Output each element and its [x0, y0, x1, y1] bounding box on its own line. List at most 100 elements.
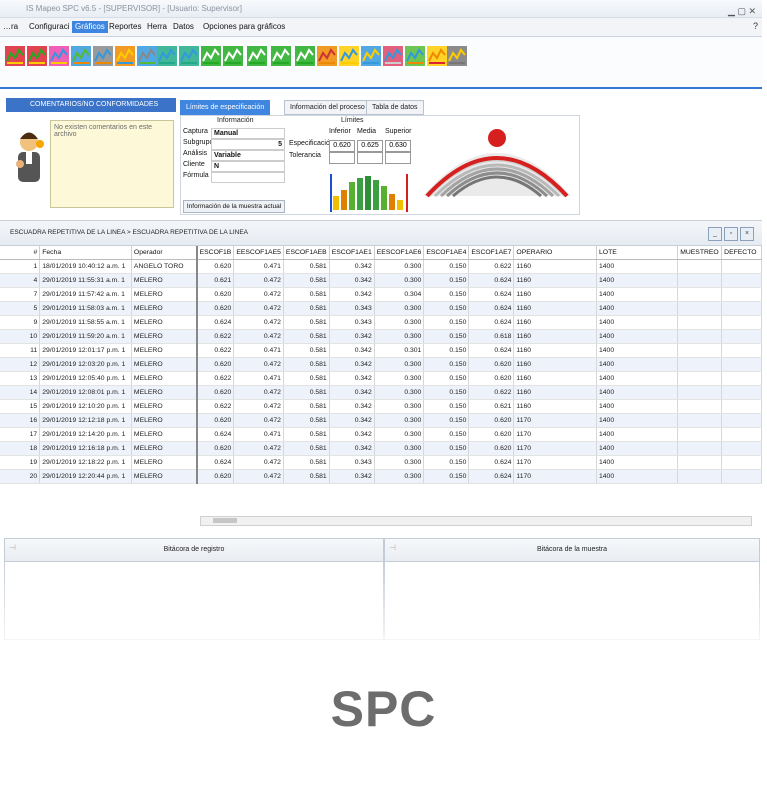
- column-header[interactable]: EESCOF1AE6: [374, 246, 425, 260]
- table-cell: [677, 287, 723, 302]
- column-header[interactable]: #: [0, 246, 41, 260]
- menu-item[interactable]: Datos: [170, 21, 197, 33]
- column-header[interactable]: EESCOF1AE5: [233, 246, 284, 260]
- tab-data-table[interactable]: Tabla de datos: [366, 100, 424, 115]
- table-cell: 1160: [513, 399, 597, 414]
- table-cell: 0.342: [329, 413, 375, 428]
- column-header[interactable]: Operador: [131, 246, 198, 260]
- pin-icon[interactable]: ⊣: [9, 543, 16, 552]
- distribution-icon[interactable]: [316, 43, 338, 69]
- table-row[interactable]: 18 29/01/2019 12:16:18 p.m. 1 MELERO 0.620 0…: [0, 441, 762, 456]
- limit-value[interactable]: [357, 152, 383, 164]
- table-cell: 0.150: [423, 455, 470, 470]
- column-header[interactable]: ESCOF1AE1: [329, 246, 375, 260]
- xbar-r-chart-icon[interactable]: [4, 43, 26, 69]
- column-header[interactable]: ESCOF1B: [196, 246, 235, 260]
- scrollbar-thumb[interactable]: [213, 518, 237, 523]
- control-chart-icon[interactable]: [294, 43, 316, 69]
- table-row[interactable]: 10 29/01/2019 11:59:20 a.m. 1 MELERO 0.622 0…: [0, 329, 762, 344]
- limit-value[interactable]: 0.625: [357, 140, 383, 152]
- comments-placeholder: No existen comentarios en este archivo: [54, 124, 153, 138]
- table-row[interactable]: 12 29/01/2019 12:03:20 p.m. 1 MELERO 0.620 0…: [0, 357, 762, 372]
- close-icon[interactable]: ×: [740, 227, 754, 241]
- tab-process-info[interactable]: Información del proceso: [284, 100, 371, 115]
- column-header[interactable]: LOTE: [596, 246, 679, 260]
- table-row[interactable]: 15 29/01/2019 12:10:20 p.m. 1 MELERO 0.622 0…: [0, 399, 762, 414]
- column-header[interactable]: ESCOF1AEB: [283, 246, 330, 260]
- gauge-icon[interactable]: [426, 43, 448, 69]
- table-cell: 29/01/2019 11:55:31 a.m. 1: [39, 273, 132, 288]
- run-chart-icon[interactable]: [360, 43, 382, 69]
- table-row[interactable]: 7 29/01/2019 11:57:42 a.m. 1 MELERO 0.620 0.…: [0, 287, 762, 302]
- table-cell: 7: [0, 287, 41, 302]
- restore-icon[interactable]: ▫: [724, 227, 738, 241]
- pareto-icon[interactable]: [70, 43, 92, 69]
- table-row[interactable]: 16 29/01/2019 12:12:18 p.m. 1 MELERO 0.620 0…: [0, 413, 762, 428]
- table-row[interactable]: 14 29/01/2019 12:08:01 p.m. 1 MELERO 0.620 0…: [0, 385, 762, 400]
- flow-chart-icon[interactable]: [48, 43, 70, 69]
- menu-item[interactable]: Gráficos: [72, 21, 108, 33]
- column-header[interactable]: DEFECTO: [721, 246, 762, 260]
- horizontal-scrollbar[interactable]: [200, 516, 752, 526]
- table-cell: [677, 427, 723, 442]
- limit-value[interactable]: [329, 152, 355, 164]
- table-cell: 0.471: [233, 371, 284, 386]
- table-cell: MELERO: [131, 413, 198, 428]
- table-row[interactable]: 19 29/01/2019 12:18:22 p.m. 1 MELERO 0.624 0…: [0, 455, 762, 470]
- trend-icon[interactable]: [92, 43, 114, 69]
- histogram-icon[interactable]: [114, 43, 136, 69]
- table-row[interactable]: 13 29/01/2019 12:05:40 p.m. 1 MELERO 0.622 0…: [0, 371, 762, 386]
- table-cell: [721, 357, 762, 372]
- minimize-icon[interactable]: _: [708, 227, 722, 241]
- help-menu[interactable]: ?: [753, 21, 758, 31]
- sample-info-button[interactable]: Información de la muestra actual: [183, 200, 285, 213]
- menu-item[interactable]: Reportes: [106, 21, 144, 33]
- table-cell: ANGELO TORO: [131, 259, 198, 274]
- table-cell: 1400: [596, 455, 679, 470]
- table-cell: [721, 287, 762, 302]
- limit-value[interactable]: 0.630: [385, 140, 411, 152]
- table-row[interactable]: 17 29/01/2019 12:14:20 p.m. 1 MELERO 0.624 0…: [0, 427, 762, 442]
- table-grid-icon[interactable]: [156, 43, 178, 69]
- table-grid-icon[interactable]: [178, 43, 200, 69]
- table-row[interactable]: 20 29/01/2019 12:20:44 p.m. 1 MELERO 0.620 0…: [0, 469, 762, 484]
- table-cell: 0.471: [233, 259, 284, 274]
- table-row[interactable]: 5 29/01/2019 11:58:03 a.m. 1 MELERO 0.620 0.…: [0, 301, 762, 316]
- table-cell: 29/01/2019 12:01:17 p.m. 1: [39, 343, 132, 358]
- table-cell: 4: [0, 273, 41, 288]
- menu-item[interactable]: Opciones para gráficos: [200, 21, 288, 33]
- control-chart-icon[interactable]: [246, 43, 268, 69]
- column-header[interactable]: ESCOF1AE4: [423, 246, 470, 260]
- limit-value[interactable]: 0.620: [329, 140, 355, 152]
- menu-item[interactable]: Configuraci: [26, 21, 72, 33]
- control-chart-icon[interactable]: [222, 43, 244, 69]
- control-chart-icon[interactable]: [270, 43, 292, 69]
- menu-item[interactable]: …ra: [0, 21, 21, 33]
- table-row[interactable]: 4 29/01/2019 11:55:31 a.m. 1 MELERO 0.621 0.…: [0, 273, 762, 288]
- table-cell: 0.472: [233, 329, 284, 344]
- table-cell: 0.472: [233, 301, 284, 316]
- bar-chart-icon[interactable]: [136, 43, 158, 69]
- limit-value[interactable]: [385, 152, 411, 164]
- table-row[interactable]: 11 29/01/2019 12:01:17 p.m. 1 MELERO 0.622 0…: [0, 343, 762, 358]
- sample-log-pane: Bitácora de la muestra ⊣: [384, 538, 760, 640]
- column-header[interactable]: OPERARIO: [513, 246, 597, 260]
- column-header[interactable]: MUESTREO: [677, 246, 723, 260]
- xbar-s-chart-icon[interactable]: [26, 43, 48, 69]
- menu-item[interactable]: Herra: [144, 21, 170, 33]
- tab-spec-limits[interactable]: Límites de especificación: [180, 100, 271, 115]
- summary-icon[interactable]: [446, 43, 468, 69]
- table-row[interactable]: 9 29/01/2019 11:58:55 a.m. 1 MELERO 0.624 0.…: [0, 315, 762, 330]
- table-cell: 0.342: [329, 399, 375, 414]
- table-cell: 0.581: [283, 259, 330, 274]
- limits-column-header: Media: [357, 128, 377, 135]
- comments-textarea[interactable]: No existen comentarios en este archivo: [50, 120, 174, 208]
- multi-chart-icon[interactable]: [404, 43, 426, 69]
- column-header[interactable]: Fecha: [39, 246, 132, 260]
- column-header[interactable]: ESCOF1AE7: [468, 246, 515, 260]
- pie-icon[interactable]: [382, 43, 404, 69]
- table-row[interactable]: 1 18/01/2019 10:40:12 a.m. 1 ANGELO TORO 0.…: [0, 259, 762, 274]
- capability-icon[interactable]: [338, 43, 360, 69]
- control-chart-icon[interactable]: [200, 43, 222, 69]
- pin-icon[interactable]: ⊣: [389, 543, 396, 552]
